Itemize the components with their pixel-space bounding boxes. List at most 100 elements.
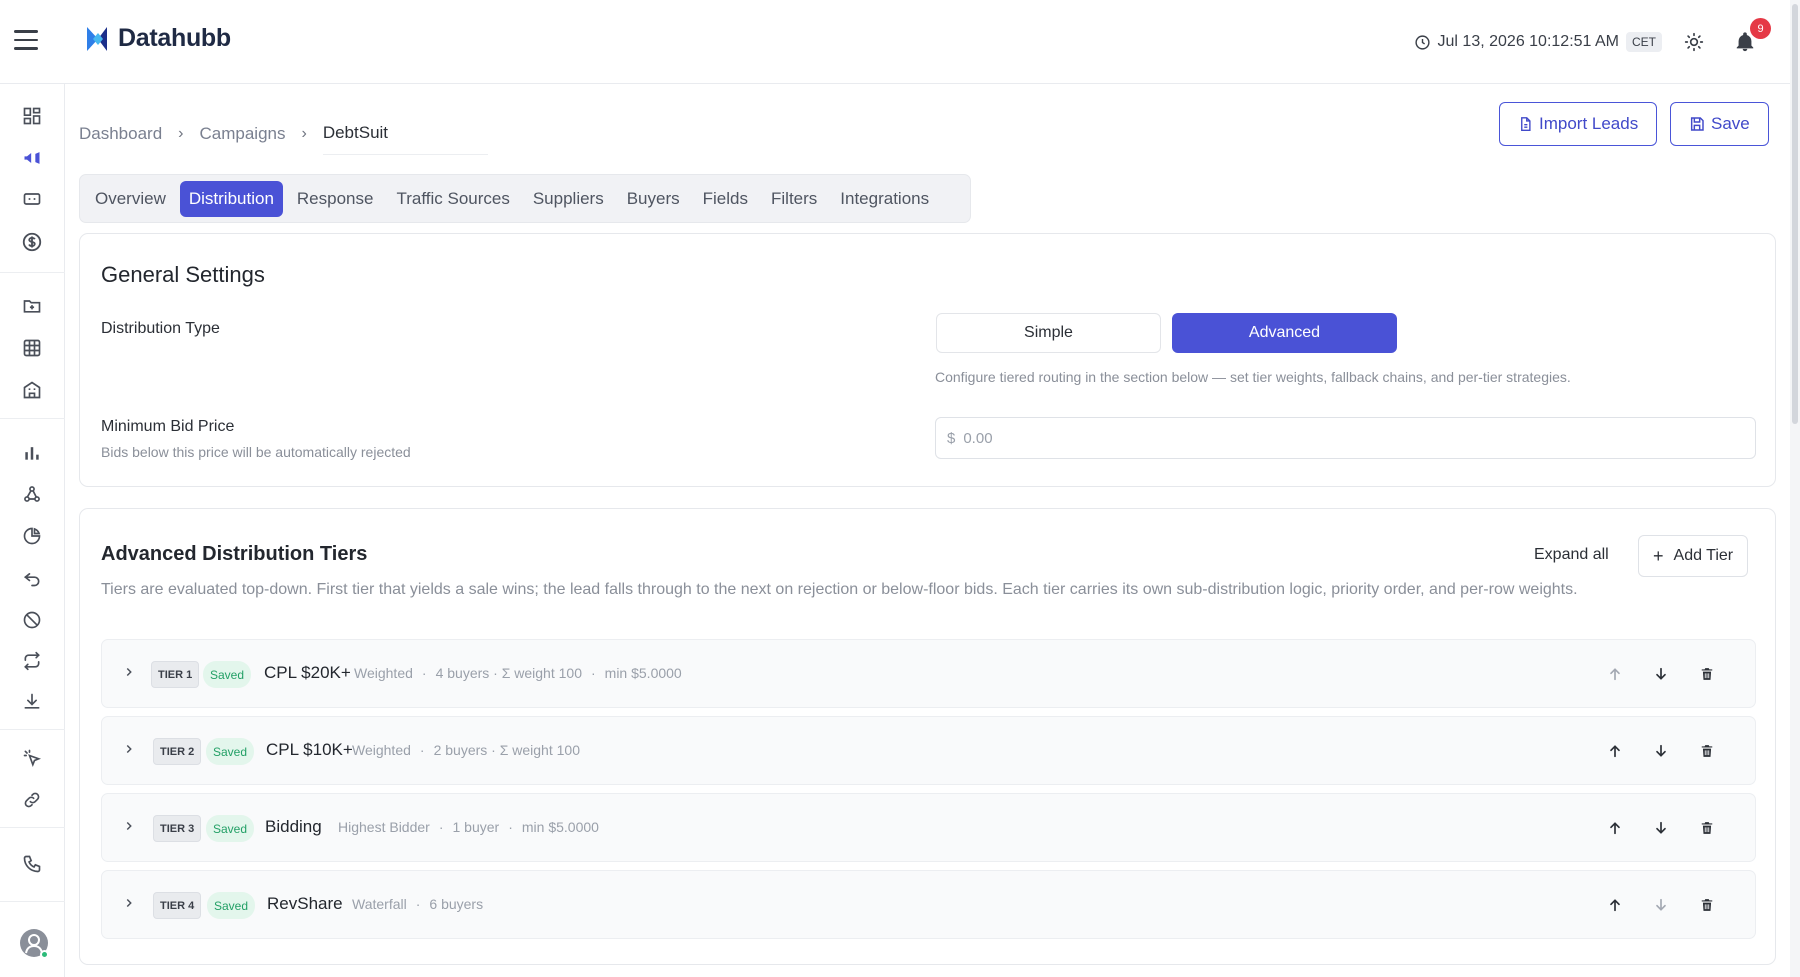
chevron-right-icon: › xyxy=(178,124,184,142)
general-settings-card: General Settings Distribution Type Simpl… xyxy=(79,233,1776,487)
clock-icon xyxy=(1414,34,1430,50)
tab-overview[interactable]: Overview xyxy=(86,181,175,217)
tier-number-badge: TIER 2 xyxy=(153,738,202,765)
link-icon[interactable] xyxy=(20,788,44,812)
sidebar xyxy=(0,84,65,977)
distribution-hint: Configure tiered routing in the section … xyxy=(935,369,1571,385)
undo-icon[interactable] xyxy=(20,566,44,590)
chevron-right-icon[interactable] xyxy=(122,895,136,916)
tier-buyers: 4 buyers · Σ weight 100 xyxy=(435,665,582,681)
folder-plus-icon[interactable] xyxy=(20,294,44,318)
dollar-circle-icon[interactable] xyxy=(20,230,44,254)
import-leads-button[interactable]: Import Leads xyxy=(1499,102,1658,146)
tab-filters[interactable]: Filters xyxy=(762,181,826,217)
plus-icon: + xyxy=(1653,545,1664,566)
move-down-arrow-icon[interactable] xyxy=(1651,741,1671,761)
move-up-arrow-icon[interactable] xyxy=(1605,741,1625,761)
currency-symbol: $ xyxy=(947,429,956,447)
ban-icon[interactable] xyxy=(20,608,44,632)
advanced-tiers-card: Advanced Distribution Tiers Expand all +… xyxy=(79,508,1776,965)
tier-meta: Waterfall · 6 buyers xyxy=(352,896,484,912)
tab-suppliers[interactable]: Suppliers xyxy=(524,181,613,217)
current-datetime: Jul 13, 2026 10:12:51 AM xyxy=(1437,33,1619,50)
scrollbar-thumb[interactable] xyxy=(1792,4,1798,424)
tier-name: Bidding xyxy=(265,817,322,836)
menu-icon[interactable] xyxy=(14,30,40,52)
tier-name: CPL $10K+ xyxy=(266,740,353,759)
chevron-right-icon[interactable] xyxy=(122,818,136,839)
tier-meta: Highest Bidder · 1 buyer · min $5.0000 xyxy=(338,819,599,835)
campaigns-megaphone-icon[interactable] xyxy=(20,146,44,170)
repeat-icon[interactable] xyxy=(20,649,44,673)
simple-option-button[interactable]: Simple xyxy=(936,313,1161,353)
tier-row[interactable]: TIER 2 Saved CPL $10K+ Weighted · 2 buyers… xyxy=(101,716,1756,785)
move-up-arrow-icon[interactable] xyxy=(1605,818,1625,838)
general-settings-title: General Settings xyxy=(101,262,265,287)
min-bid-label: Minimum Bid Price xyxy=(101,418,235,435)
bar-chart-icon[interactable] xyxy=(20,441,44,465)
webhook-icon[interactable] xyxy=(20,482,44,506)
pointer-click-icon[interactable] xyxy=(20,746,44,770)
move-up-arrow-icon[interactable] xyxy=(1605,664,1625,684)
min-bid-input[interactable]: $ 0.00 xyxy=(935,417,1756,459)
theme-toggle-sun-icon[interactable] xyxy=(1684,32,1704,52)
chevron-right-icon: › xyxy=(301,124,307,142)
notifications-button[interactable]: 9 xyxy=(1734,18,1771,53)
add-tier-button[interactable]: + Add Tier xyxy=(1638,535,1749,577)
tab-traffic-sources[interactable]: Traffic Sources xyxy=(387,181,518,217)
delete-trash-icon[interactable] xyxy=(1697,818,1717,838)
delete-trash-icon[interactable] xyxy=(1697,895,1717,915)
expand-all-button[interactable]: Expand all xyxy=(1534,546,1609,564)
table-icon[interactable] xyxy=(20,336,44,360)
download-icon[interactable] xyxy=(20,690,44,714)
move-down-arrow-icon[interactable] xyxy=(1651,895,1671,915)
tier-min-bid: min $5.0000 xyxy=(604,665,682,681)
top-bar: Datahubb Jul 13, 2026 10:12:51 AM CET 9 xyxy=(0,0,1790,84)
save-button[interactable]: Save xyxy=(1670,102,1769,146)
tab-bar: Overview Distribution Response Traffic S… xyxy=(79,174,971,223)
move-down-arrow-icon[interactable] xyxy=(1651,664,1671,684)
tab-distribution[interactable]: Distribution xyxy=(179,180,283,217)
app-name: Datahubb xyxy=(118,24,231,52)
sidebar-divider xyxy=(0,418,65,419)
tab-fields[interactable]: Fields xyxy=(694,181,757,217)
tier-row[interactable]: TIER 1 Saved CPL $20K+ Weighted · 4 buyers… xyxy=(101,639,1756,708)
advanced-option-button[interactable]: Advanced xyxy=(1172,313,1397,353)
logo[interactable]: Datahubb xyxy=(84,24,231,53)
breadcrumb-dashboard[interactable]: Dashboard xyxy=(79,124,162,144)
tier-row[interactable]: TIER 4 Saved RevShare Waterfall · 6 buyers xyxy=(101,870,1756,939)
advanced-tiers-title: Advanced Distribution Tiers xyxy=(101,543,368,565)
phone-icon[interactable] xyxy=(20,852,44,876)
tier-buyers: 6 buyers xyxy=(429,896,484,912)
timezone-badge: CET xyxy=(1626,32,1662,52)
tier-name: RevShare xyxy=(267,894,343,913)
move-up-arrow-icon[interactable] xyxy=(1605,895,1625,915)
chevron-right-icon[interactable] xyxy=(122,741,136,762)
chevron-right-icon[interactable] xyxy=(122,664,136,685)
tier-min-bid: min $5.0000 xyxy=(521,819,599,835)
tier-row[interactable]: TIER 3 Saved Bidding Highest Bidder · 1 bu… xyxy=(101,793,1756,862)
saved-status-badge: Saved xyxy=(206,738,255,765)
tab-buyers[interactable]: Buyers xyxy=(618,181,689,217)
tab-integrations[interactable]: Integrations xyxy=(831,181,938,217)
min-bid-help: Bids below this price will be automatica… xyxy=(101,444,411,460)
delete-trash-icon[interactable] xyxy=(1697,664,1717,684)
file-icon xyxy=(1521,117,1531,131)
tab-response[interactable]: Response xyxy=(288,181,383,217)
sidebar-divider xyxy=(0,729,65,730)
dashboard-grid-icon[interactable] xyxy=(20,104,44,128)
saved-status-badge: Saved xyxy=(206,815,255,842)
move-down-arrow-icon[interactable] xyxy=(1651,818,1671,838)
distribution-type-toggle: Simple Advanced xyxy=(936,313,1397,355)
tier-meta: Weighted · 2 buyers · Σ weight 100 xyxy=(352,742,580,758)
delete-trash-icon[interactable] xyxy=(1697,741,1717,761)
building-icon[interactable] xyxy=(20,378,44,402)
page-scrollbar[interactable] xyxy=(1790,0,1800,977)
breadcrumb: Dashboard › Campaigns › DebtSuit xyxy=(79,112,489,155)
pie-chart-icon[interactable] xyxy=(20,524,44,548)
breadcrumb-campaigns[interactable]: Campaigns xyxy=(200,124,286,144)
tier-name: CPL $20K+ xyxy=(264,663,351,682)
ticket-icon[interactable] xyxy=(20,187,44,211)
saved-status-badge: Saved xyxy=(203,661,252,688)
save-disk-icon xyxy=(1690,117,1704,131)
